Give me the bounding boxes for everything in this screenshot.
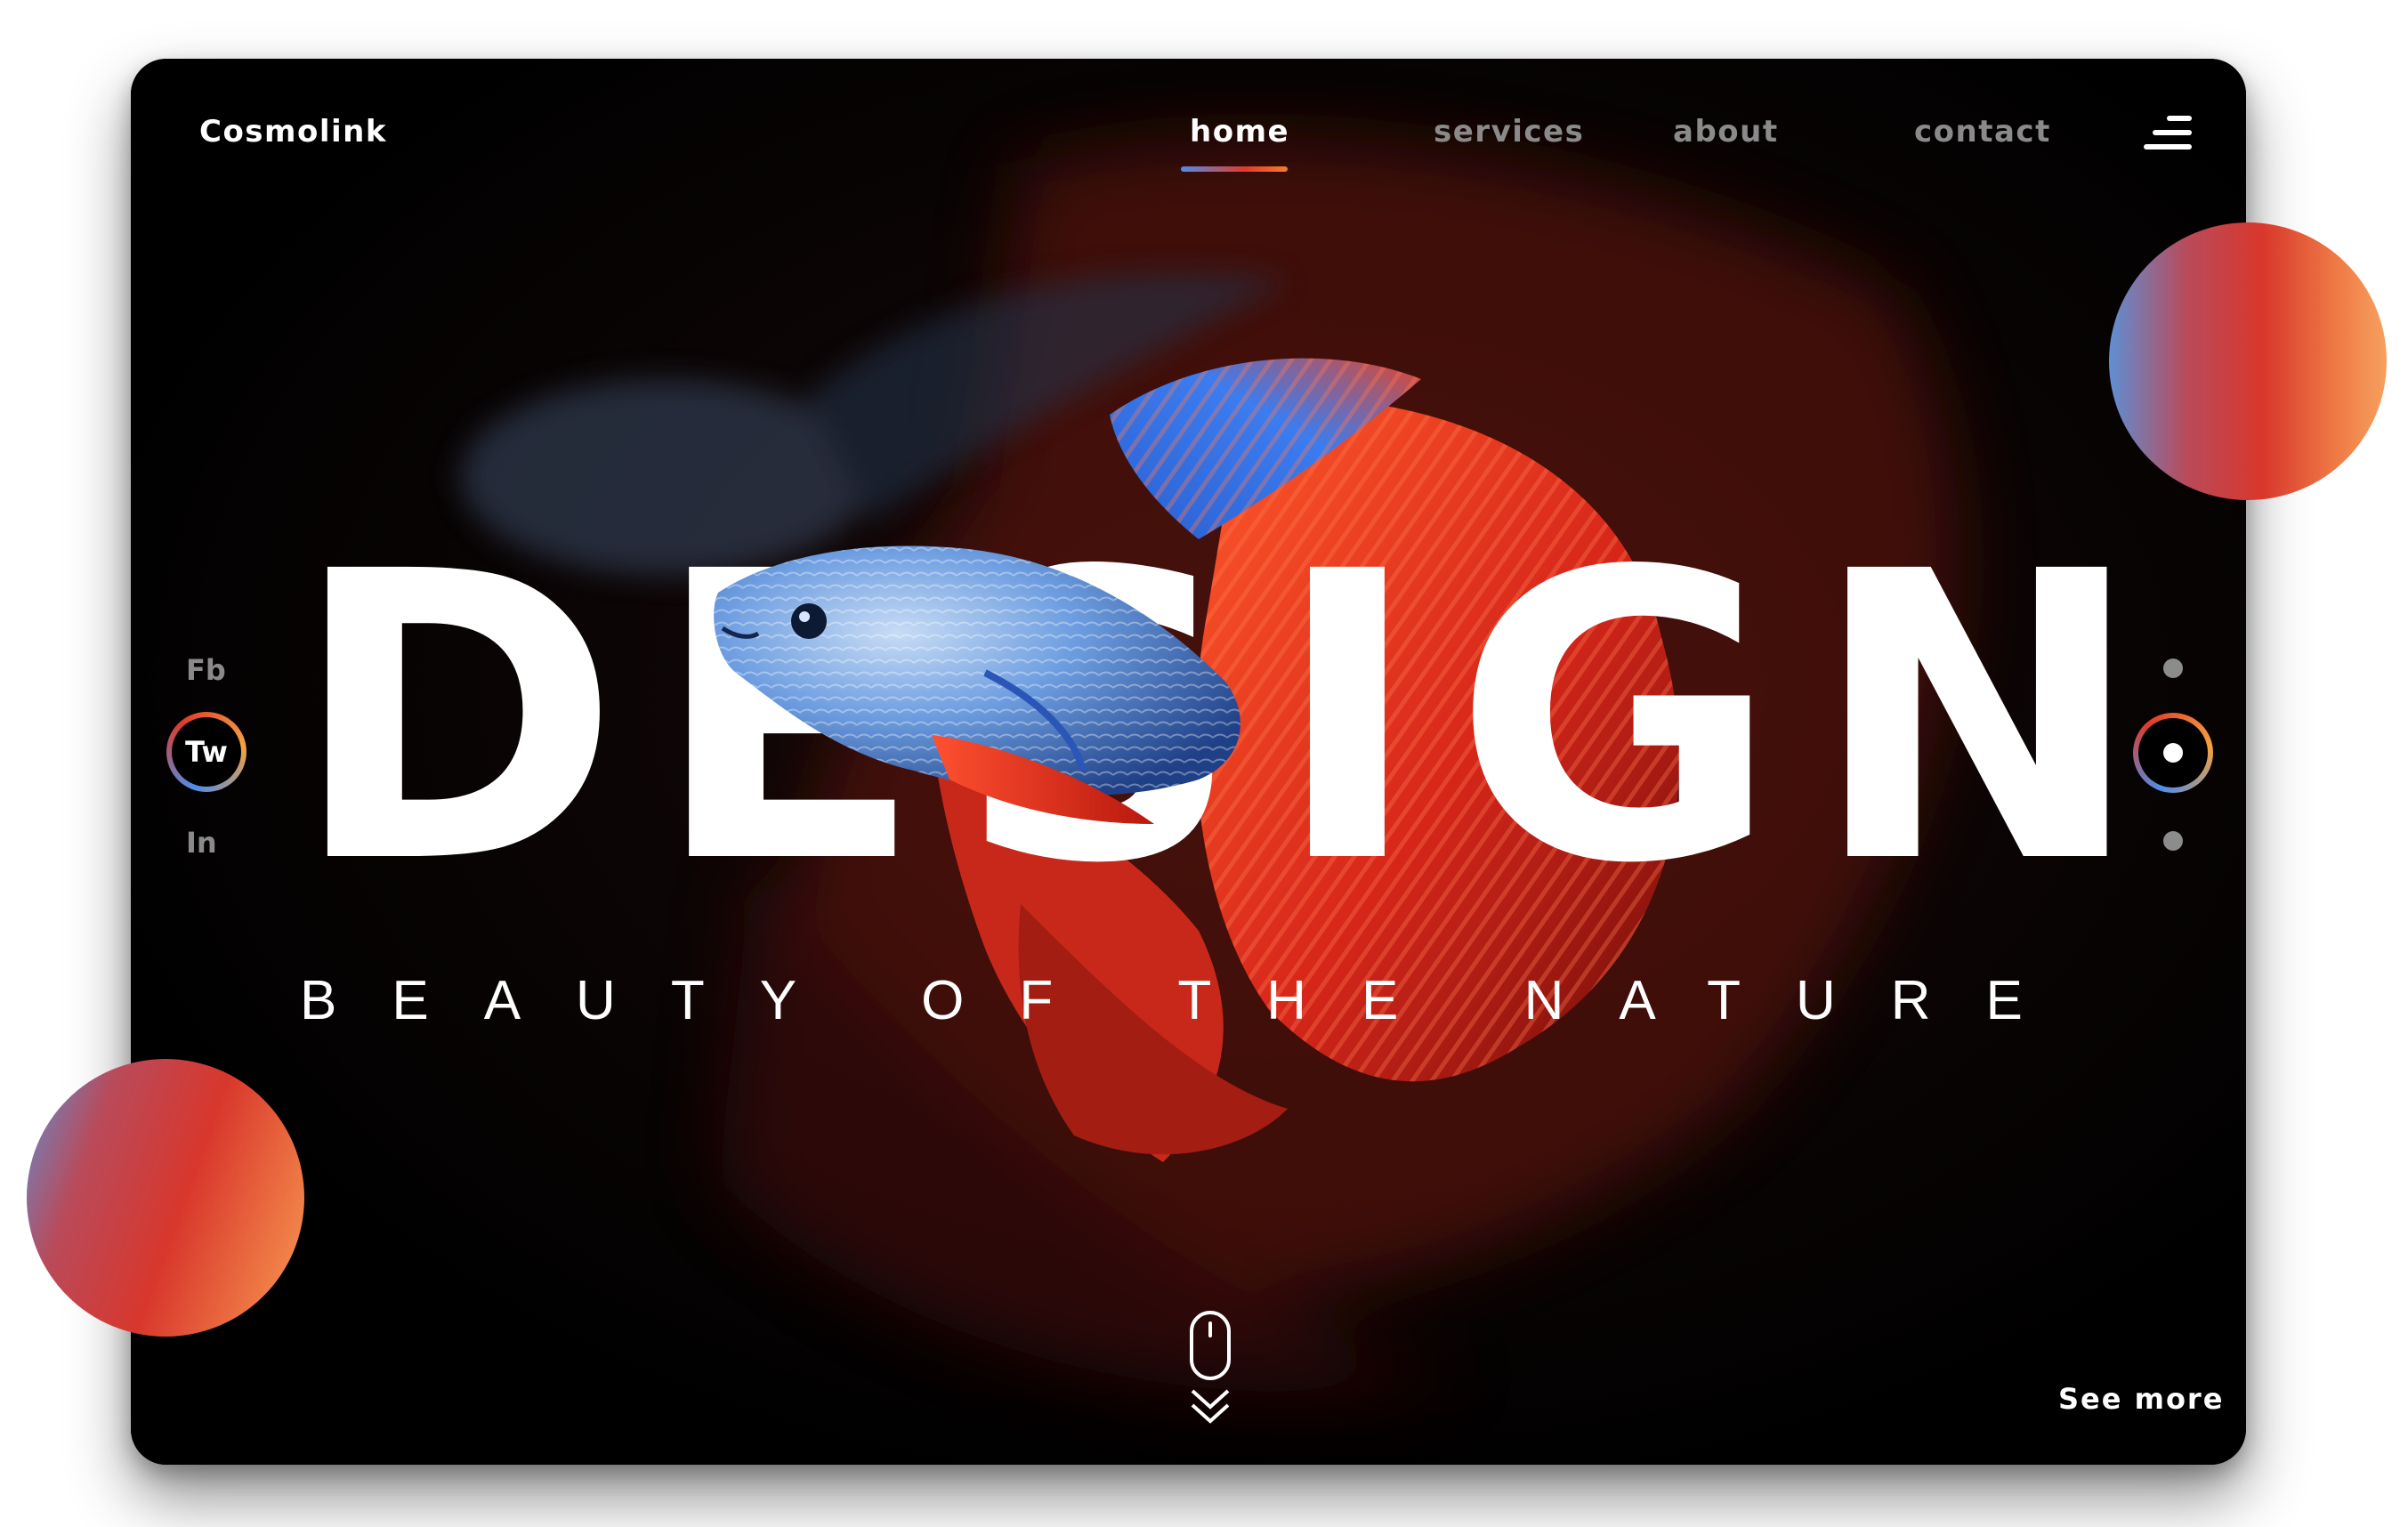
nav-about[interactable]: about bbox=[1673, 114, 1779, 149]
hero-tagline: BEAUTY OF THE NATURE bbox=[300, 970, 2078, 1031]
social-twitter-link[interactable]: Tw bbox=[166, 712, 246, 792]
gradient-orb-decoration-right bbox=[2109, 222, 2387, 500]
hero-card: DESIGN BEAUTY OF THE NATURE Cosmolink ho… bbox=[131, 59, 2246, 1465]
social-twitter-label: Tw bbox=[185, 735, 228, 769]
social-linkedin-link[interactable]: In bbox=[186, 826, 217, 860]
hero-headline: DESIGN bbox=[291, 489, 2176, 950]
slider-dot-active-center bbox=[2163, 743, 2183, 763]
nav-services[interactable]: services bbox=[1434, 114, 1584, 149]
see-more-link[interactable]: See more bbox=[2058, 1382, 2224, 1416]
menu-line-bottom bbox=[2144, 144, 2192, 149]
nav-home[interactable]: home bbox=[1190, 114, 1289, 149]
menu-line-middle bbox=[2153, 130, 2192, 135]
nav-contact[interactable]: contact bbox=[1914, 114, 2051, 149]
brand-logo[interactable]: Cosmolink bbox=[199, 114, 387, 149]
nav-active-indicator bbox=[1181, 166, 1288, 172]
social-facebook-link[interactable]: Fb bbox=[186, 653, 226, 687]
slider-dot-1[interactable] bbox=[2163, 658, 2183, 678]
hamburger-menu-icon[interactable] bbox=[2144, 116, 2192, 153]
mouse-scroll-icon[interactable] bbox=[1184, 1309, 1237, 1434]
menu-line-top bbox=[2167, 116, 2192, 121]
slider-dot-active[interactable] bbox=[2133, 713, 2213, 793]
gradient-orb-decoration-left bbox=[27, 1059, 304, 1337]
slider-dot-3[interactable] bbox=[2163, 831, 2183, 851]
page: DESIGN BEAUTY OF THE NATURE Cosmolink ho… bbox=[0, 0, 2408, 1527]
